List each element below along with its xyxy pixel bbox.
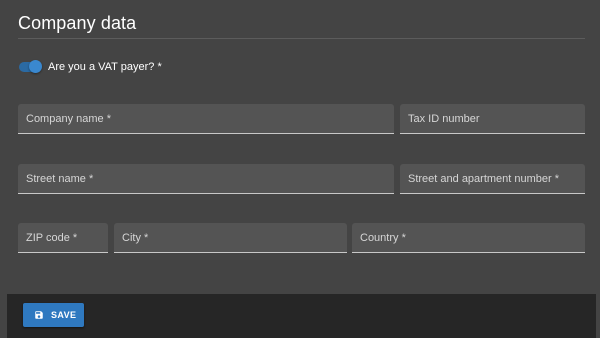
form-footer: SAVE	[7, 294, 596, 338]
country-label: Country *	[360, 232, 406, 244]
zip-code-field[interactable]: ZIP code *	[18, 223, 108, 253]
street-name-field[interactable]: Street name *	[18, 164, 394, 194]
street-number-field[interactable]: Street and apartment number *	[400, 164, 585, 194]
save-button-label: SAVE	[51, 310, 77, 320]
street-name-label: Street name *	[26, 173, 94, 185]
vat-payer-row: Are you a VAT payer? *	[18, 58, 162, 76]
tax-id-label: Tax ID number	[408, 113, 480, 125]
save-button[interactable]: SAVE	[23, 303, 84, 327]
country-field[interactable]: Country *	[352, 223, 585, 253]
city-field[interactable]: City *	[114, 223, 347, 253]
title-divider	[18, 38, 585, 39]
floppy-disk-icon	[35, 311, 43, 319]
toggle-thumb	[29, 60, 42, 73]
city-label: City *	[122, 232, 149, 244]
company-name-label: Company name *	[26, 113, 111, 125]
zip-code-label: ZIP code *	[26, 232, 78, 244]
page-title: Company data	[18, 13, 137, 33]
vat-payer-label: Are you a VAT payer? *	[48, 61, 162, 73]
company-name-field[interactable]: Company name *	[18, 104, 394, 134]
vat-payer-toggle[interactable]	[18, 59, 43, 75]
tax-id-field[interactable]: Tax ID number	[400, 104, 585, 134]
street-number-label: Street and apartment number *	[408, 173, 560, 185]
